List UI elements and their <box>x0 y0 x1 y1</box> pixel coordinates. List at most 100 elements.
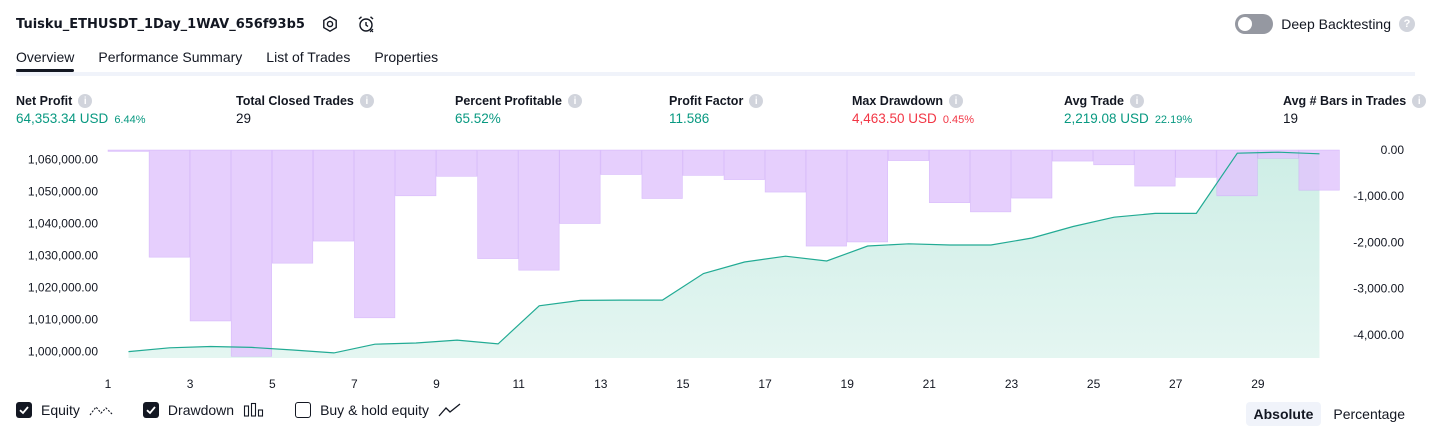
x-axis-tick-label: 29 <box>1251 377 1265 391</box>
metric-value: 65.52% <box>455 111 501 126</box>
metric-value: 64,353.34 USD <box>16 111 109 126</box>
drawdown-checkbox[interactable] <box>142 402 159 418</box>
drawdown-bar <box>189 149 231 322</box>
drawdown-bar <box>436 149 478 177</box>
metric-label: Avg Trade <box>1064 94 1124 108</box>
x-axis-tick-label: 11 <box>512 377 525 391</box>
buy-hold-line-icon <box>438 403 461 417</box>
mode-percentage[interactable]: Percentage <box>1325 402 1413 426</box>
metric-percent: 6.44% <box>114 114 146 126</box>
toggle-knob <box>1238 17 1253 31</box>
legend-label: Drawdown <box>167 402 235 418</box>
x-axis-tick-label: 21 <box>923 377 937 391</box>
x-axis-tick-label: 17 <box>758 377 772 391</box>
info-icon[interactable]: i <box>1129 94 1144 108</box>
metric-label: Avg # Bars in Trades <box>1283 94 1407 108</box>
drawdown-bar <box>887 149 930 161</box>
right-axis-tick-label: -3,000.00 <box>1353 282 1404 296</box>
alarm-clock-icon[interactable] <box>355 13 377 35</box>
legend-buy-hold-equity[interactable]: Buy & hold equity <box>295 402 462 418</box>
strategy-title: Tuisku_ETHUSDT_1Day_1WAV_656f93b5 <box>16 16 305 32</box>
deep-backtesting-toggle[interactable] <box>1235 14 1274 34</box>
scale-mode-switch: Absolute Percentage <box>1245 402 1414 426</box>
drawdown-bar <box>641 149 683 199</box>
drawdown-bar <box>354 149 396 319</box>
info-icon[interactable]: i <box>567 94 582 108</box>
metric-label: Total Closed Trades <box>236 94 354 108</box>
metric-max-drawdown: Max Drawdown i 4,463.50 USD 0.45% <box>852 94 974 126</box>
metric-label: Net Profit <box>16 94 73 108</box>
checkmark-icon <box>19 406 29 415</box>
drawdown-bar <box>518 149 560 271</box>
info-icon[interactable]: i <box>949 94 963 108</box>
tab-bar: Overview Performance Summary List of Tra… <box>16 46 438 72</box>
metric-percent-profitable: Percent Profitable i 65.52% <box>455 94 582 126</box>
tab-performance-summary[interactable]: Performance Summary <box>98 46 242 72</box>
mode-absolute[interactable]: Absolute <box>1245 402 1322 426</box>
metric-value: 2,219.08 USD <box>1064 111 1149 126</box>
left-axis-tick-label: 1,050,000.00 <box>28 185 98 199</box>
settings-gear-icon[interactable] <box>319 13 341 35</box>
metric-value: 11.586 <box>669 111 710 126</box>
drawdown-bar <box>477 149 519 259</box>
drawdown-bar <box>805 149 847 247</box>
left-axis-tick-label: 1,010,000.00 <box>28 313 98 327</box>
deep-backtesting: Deep Backtesting ? <box>1235 12 1415 36</box>
metric-profit-factor: Profit Factor i 11.586 <box>669 94 764 126</box>
chart-legend: Equity Drawdown Buy & hold equity <box>16 402 478 418</box>
checkmark-icon <box>146 406 156 415</box>
legend-drawdown[interactable]: Drawdown <box>142 402 265 418</box>
legend-equity[interactable]: Equity <box>16 402 113 418</box>
info-icon[interactable]: i <box>359 94 374 108</box>
right-axis-tick-label: 0.00 <box>1381 143 1405 157</box>
x-axis-tick-label: 27 <box>1169 377 1183 391</box>
drawdown-bar <box>107 149 149 152</box>
drawdown-bar <box>1052 149 1094 162</box>
drawdown-bars-icon <box>244 402 264 417</box>
drawdown-bar <box>928 149 971 204</box>
equity-line-icon <box>89 406 113 416</box>
x-axis-tick-label: 7 <box>351 377 358 391</box>
equity-checkbox[interactable] <box>16 402 32 418</box>
drawdown-bar <box>1011 149 1053 199</box>
info-icon[interactable]: i <box>749 94 764 108</box>
metric-avg-trade: Avg Trade i 2,219.08 USD 22.19% <box>1064 94 1192 126</box>
legend-label: Equity <box>41 402 80 418</box>
drawdown-bar <box>312 149 355 242</box>
info-icon[interactable]: i <box>78 94 93 108</box>
drawdown-bar <box>1216 149 1258 197</box>
equity-drawdown-chart[interactable]: 1,060,000.00 1,050,000.00 1,040,000.00 1,03… <box>0 140 1431 395</box>
drawdown-bar <box>1134 149 1176 187</box>
tab-properties[interactable]: Properties <box>374 46 438 72</box>
x-axis-tick-label: 1 <box>105 377 112 391</box>
metric-net-profit: Net Profit i 64,353.34 USD 6.44% <box>16 94 146 126</box>
metric-value: 4,463.50 USD <box>852 111 937 126</box>
left-axis-tick-label: 1,020,000.00 <box>28 281 98 295</box>
metric-total-closed-trades: Total Closed Trades i 29 <box>236 94 374 126</box>
drawdown-bar <box>682 149 724 176</box>
drawdown-bar <box>1257 149 1299 159</box>
info-icon[interactable]: i <box>1412 94 1427 108</box>
buy-hold-checkbox[interactable] <box>295 402 312 418</box>
tab-overview[interactable]: Overview <box>16 46 75 72</box>
metric-value: 19 <box>1283 111 1299 126</box>
drawdown-bar <box>1093 149 1135 166</box>
drawdown-bar <box>559 149 601 224</box>
drawdown-bar <box>395 149 437 197</box>
x-axis-tick-label: 23 <box>1005 377 1019 391</box>
left-axis-tick-label: 1,030,000.00 <box>28 249 98 263</box>
x-axis-tick-label: 25 <box>1087 377 1101 391</box>
tab-list-of-trades[interactable]: List of Trades <box>266 46 350 72</box>
drawdown-bar <box>148 149 190 258</box>
x-axis-tick-label: 5 <box>269 377 276 391</box>
x-axis-tick-label: 15 <box>676 377 690 391</box>
metric-avg-bars: Avg # Bars in Trades i 19 <box>1283 94 1427 126</box>
left-axis-tick-label: 1,040,000.00 <box>28 217 98 231</box>
x-axis-tick-label: 3 <box>187 377 194 391</box>
help-icon[interactable]: ? <box>1399 16 1415 32</box>
right-axis-tick-label: -4,000.00 <box>1353 328 1404 342</box>
left-axis-tick-label: 1,000,000.00 <box>28 345 98 359</box>
drawdown-bar <box>846 149 889 243</box>
drawdown-bar <box>1298 149 1340 191</box>
x-axis-tick-label: 19 <box>841 377 855 391</box>
